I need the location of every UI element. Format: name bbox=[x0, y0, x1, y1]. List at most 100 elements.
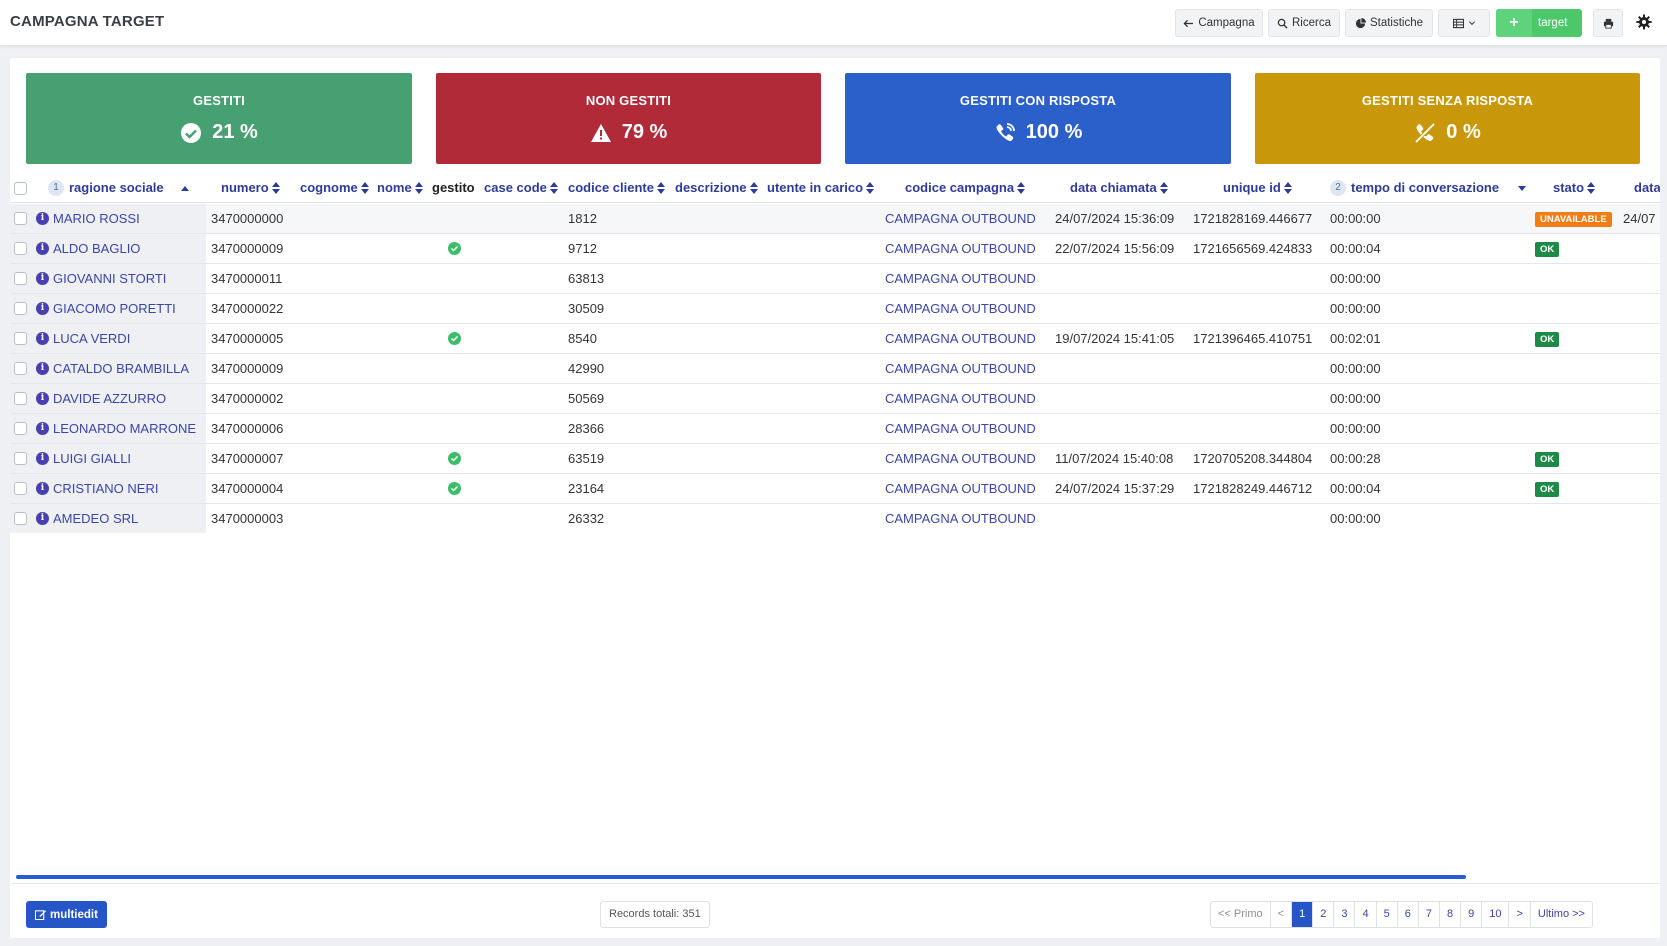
col-data-truncated[interactable]: data bbox=[1634, 173, 1660, 203]
info-icon[interactable]: i bbox=[36, 242, 49, 255]
table-row[interactable]: i GIOVANNI STORTI 3470000011 63813 CAMPAGNA … bbox=[10, 264, 1660, 294]
column-view-dropdown[interactable] bbox=[1438, 9, 1490, 37]
select-all-checkbox[interactable] bbox=[14, 182, 27, 195]
col-data-chiamata[interactable]: data chiamata bbox=[1070, 173, 1168, 203]
row-checkbox[interactable] bbox=[14, 422, 27, 435]
info-icon[interactable]: i bbox=[36, 212, 49, 225]
codice-campagna-link[interactable]: CAMPAGNA OUTBOUND bbox=[885, 264, 1036, 293]
col-utente-in-carico[interactable]: utente in carico bbox=[767, 173, 875, 203]
col-codice-cliente[interactable]: codice cliente bbox=[568, 173, 665, 203]
page-link[interactable]: < bbox=[1271, 902, 1293, 927]
col-ragione-sociale[interactable]: 1 ragione sociale bbox=[48, 173, 189, 203]
add-target-label: target bbox=[1538, 17, 1568, 29]
info-icon[interactable]: i bbox=[36, 392, 49, 405]
horizontal-scrollbar[interactable] bbox=[16, 875, 1466, 879]
page-link[interactable]: 8 bbox=[1440, 902, 1462, 927]
codice-campagna-link[interactable]: CAMPAGNA OUTBOUND bbox=[885, 474, 1036, 503]
info-icon[interactable]: i bbox=[36, 272, 49, 285]
codice-campagna-link[interactable]: CAMPAGNA OUTBOUND bbox=[885, 444, 1036, 473]
codice-campagna-link[interactable]: CAMPAGNA OUTBOUND bbox=[885, 384, 1036, 413]
codice-campagna-link[interactable]: CAMPAGNA OUTBOUND bbox=[885, 234, 1036, 263]
col-tempo-conversazione[interactable]: 2 tempo di conversazione bbox=[1330, 173, 1527, 203]
gear-icon[interactable] bbox=[1636, 14, 1652, 30]
ragione-sociale-link[interactable]: MARIO ROSSI bbox=[53, 204, 140, 233]
table-row[interactable]: i AMEDEO SRL 3470000003 26332 CAMPAGNA OUTBO… bbox=[10, 504, 1660, 533]
row-checkbox[interactable] bbox=[14, 482, 27, 495]
info-icon[interactable]: i bbox=[36, 512, 49, 525]
ragione-sociale-link[interactable]: LUIGI GIALLI bbox=[53, 444, 131, 473]
page-link[interactable]: 10 bbox=[1482, 902, 1510, 927]
row-checkbox[interactable] bbox=[14, 362, 27, 375]
codice-campagna-link[interactable]: CAMPAGNA OUTBOUND bbox=[885, 414, 1036, 443]
table-row[interactable]: i LEONARDO MARRONE 3470000006 28366 CAMPAGNA… bbox=[10, 414, 1660, 444]
info-icon[interactable]: i bbox=[36, 302, 49, 315]
print-button[interactable] bbox=[1593, 9, 1623, 37]
ragione-sociale-link[interactable]: DAVIDE AZZURRO bbox=[53, 384, 166, 413]
codice-campagna-link[interactable]: CAMPAGNA OUTBOUND bbox=[885, 324, 1036, 353]
gestito-check-icon bbox=[448, 482, 461, 495]
ragione-sociale-link[interactable]: ALDO BAGLIO bbox=[53, 234, 140, 263]
page-link[interactable]: > bbox=[1509, 902, 1531, 927]
table-row[interactable]: i LUIGI GIALLI 3470000007 63519 CAMPAGNA OUT… bbox=[10, 444, 1660, 474]
col-numero[interactable]: numero bbox=[221, 173, 280, 203]
page-link[interactable]: 3 bbox=[1334, 902, 1356, 927]
info-icon[interactable]: i bbox=[36, 362, 49, 375]
row-checkbox[interactable] bbox=[14, 272, 27, 285]
statistiche-button[interactable]: Statistiche bbox=[1345, 9, 1433, 37]
col-unique-id[interactable]: unique id bbox=[1223, 173, 1292, 203]
main-card: GESTITI 21 % NON GESTITI 79 % GESTITI CO… bbox=[10, 58, 1660, 938]
col-stato[interactable]: stato bbox=[1553, 173, 1596, 203]
ragione-sociale-link[interactable]: LEONARDO MARRONE bbox=[53, 414, 196, 443]
page-link[interactable]: 2 bbox=[1313, 902, 1335, 927]
add-target-button[interactable]: + target bbox=[1496, 9, 1582, 37]
info-icon[interactable]: i bbox=[36, 452, 49, 465]
ragione-sociale-link[interactable]: AMEDEO SRL bbox=[53, 504, 138, 533]
ragione-sociale-link[interactable]: LUCA VERDI bbox=[53, 324, 130, 353]
page-link[interactable]: 7 bbox=[1419, 902, 1440, 927]
page-link[interactable]: << Primo bbox=[1211, 902, 1271, 927]
row-checkbox[interactable] bbox=[14, 512, 27, 525]
info-icon[interactable]: i bbox=[36, 332, 49, 345]
codice-campagna-link[interactable]: CAMPAGNA OUTBOUND bbox=[885, 354, 1036, 383]
back-campagna-button[interactable]: Campagna bbox=[1175, 9, 1263, 37]
stato-badge: OK bbox=[1535, 242, 1560, 257]
codice-campagna-link[interactable]: CAMPAGNA OUTBOUND bbox=[885, 504, 1036, 533]
page-link[interactable]: 6 bbox=[1398, 902, 1419, 927]
codice-campagna-link[interactable]: CAMPAGNA OUTBOUND bbox=[885, 204, 1036, 233]
table-row[interactable]: i CATALDO BRAMBILLA 3470000009 42990 CAMPAGN… bbox=[10, 354, 1660, 384]
table-row[interactable]: i GIACOMO PORETTI 3470000022 30509 CAMPAGNA … bbox=[10, 294, 1660, 324]
row-checkbox[interactable] bbox=[14, 452, 27, 465]
row-checkbox[interactable] bbox=[14, 302, 27, 315]
tempo-cell: 00:00:28 bbox=[1330, 451, 1381, 466]
ragione-sociale-link[interactable]: GIACOMO PORETTI bbox=[53, 294, 176, 323]
table-row[interactable]: i DAVIDE AZZURRO 3470000002 50569 CAMPAGNA O… bbox=[10, 384, 1660, 414]
table-row[interactable]: i CRISTIANO NERI 3470000004 23164 CAMPAGNA O… bbox=[10, 474, 1660, 504]
row-checkbox[interactable] bbox=[14, 332, 27, 345]
table-row[interactable]: i MARIO ROSSI 3470000000 1812 CAMPAGNA OUTBO… bbox=[10, 204, 1660, 234]
row-checkbox[interactable] bbox=[14, 212, 27, 225]
multiedit-button[interactable]: multiedit bbox=[26, 901, 107, 928]
row-checkbox[interactable] bbox=[14, 392, 27, 405]
codice-campagna-link[interactable]: CAMPAGNA OUTBOUND bbox=[885, 294, 1036, 323]
col-descrizione[interactable]: descrizione bbox=[675, 173, 758, 203]
row-checkbox[interactable] bbox=[14, 242, 27, 255]
col-nome[interactable]: nome bbox=[377, 173, 423, 203]
info-icon[interactable]: i bbox=[36, 482, 49, 495]
ricerca-button[interactable]: Ricerca bbox=[1268, 9, 1340, 37]
page-link[interactable]: 4 bbox=[1355, 902, 1377, 927]
page-link[interactable]: 9 bbox=[1461, 902, 1483, 927]
page-link[interactable]: 5 bbox=[1377, 902, 1398, 927]
info-icon[interactable]: i bbox=[36, 422, 49, 435]
ragione-sociale-link[interactable]: CATALDO BRAMBILLA bbox=[53, 354, 189, 383]
col-case-code[interactable]: case code bbox=[484, 173, 558, 203]
col-codice-campagna[interactable]: codice campagna bbox=[905, 173, 1026, 203]
table-row[interactable]: i LUCA VERDI 3470000005 8540 CAMPAGNA OUTBOU… bbox=[10, 324, 1660, 354]
sort-asc-icon bbox=[180, 185, 189, 191]
col-label: case code bbox=[484, 180, 547, 195]
table-row[interactable]: i ALDO BAGLIO 3470000009 9712 CAMPAGNA OUTBO… bbox=[10, 234, 1660, 264]
page-link[interactable]: Ultimo >> bbox=[1531, 902, 1592, 927]
ragione-sociale-link[interactable]: GIOVANNI STORTI bbox=[53, 264, 166, 293]
ragione-sociale-link[interactable]: CRISTIANO NERI bbox=[53, 474, 158, 503]
col-cognome[interactable]: cognome bbox=[300, 173, 369, 203]
page-link[interactable]: 1 bbox=[1292, 902, 1314, 927]
